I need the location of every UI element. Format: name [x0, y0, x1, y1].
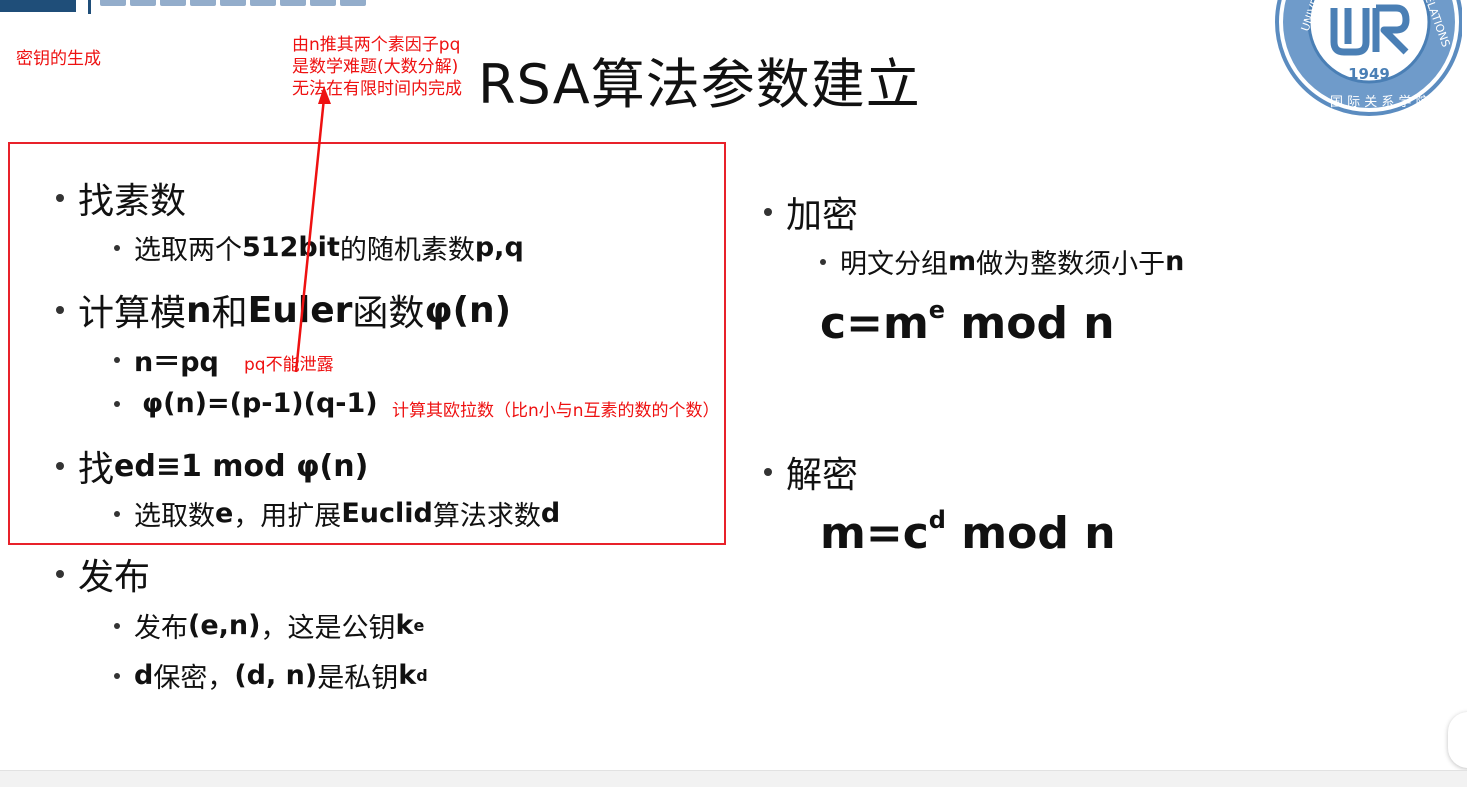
bottom-bar — [0, 770, 1467, 787]
scroll-button[interactable] — [1448, 712, 1467, 768]
slide: 1949 UNIVERSITY RELATIONS 国 际 关 系 学 院 RS… — [0, 0, 1467, 770]
annotation-arrow — [294, 86, 331, 373]
